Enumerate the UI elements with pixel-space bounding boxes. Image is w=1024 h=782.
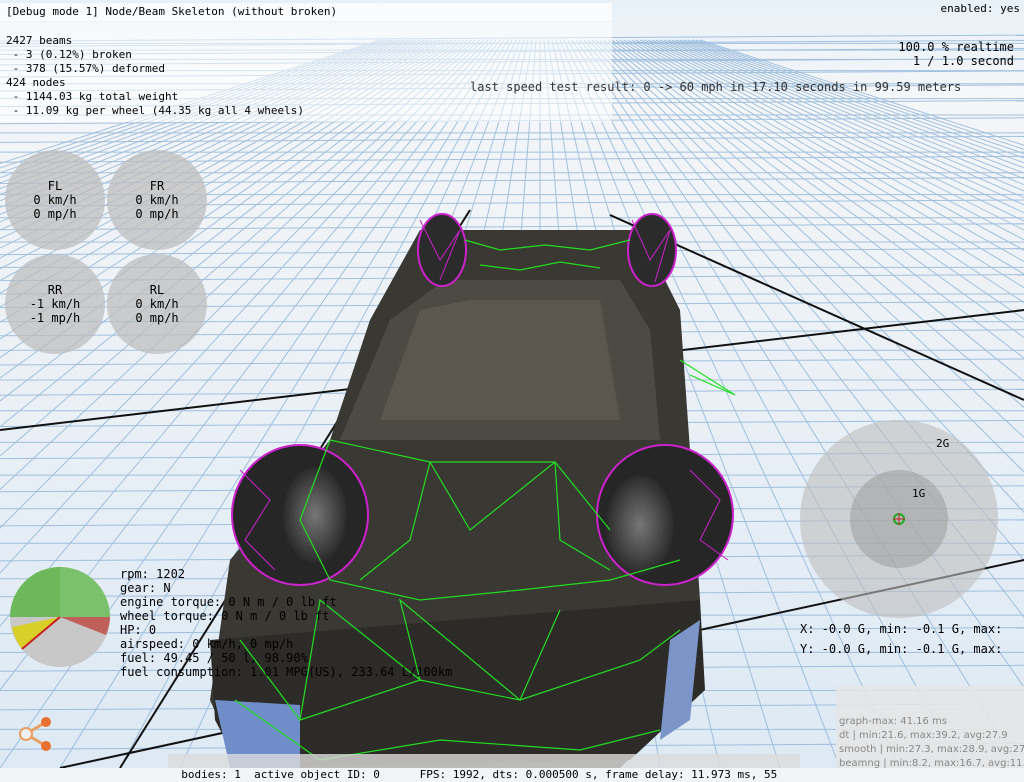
debug-mode-title: [Debug mode 1] Node/Beam Skeleton (witho… bbox=[6, 5, 338, 18]
realtime-percent: 100.0 % realtime bbox=[898, 40, 1014, 54]
status-bar: bodies: 1 active object ID: 0 FPS: 1992,… bbox=[168, 754, 800, 781]
nodes-count: 424 nodes bbox=[6, 76, 66, 89]
hp-readout: HP: 0 bbox=[120, 623, 157, 637]
fuel-readout: fuel: 49.45 / 50 l, 98.90% bbox=[120, 651, 308, 665]
wheel-mph: 0 mp/h bbox=[33, 207, 77, 221]
airspeed-readout: airspeed: 0 km/h, 0 mp/h bbox=[120, 637, 294, 651]
gforce-1g-label: 1G bbox=[912, 487, 926, 500]
total-weight: - 1144.03 kg total weight bbox=[6, 90, 179, 103]
gforce-y-readout: Y: -0.0 G, min: -0.1 G, max: bbox=[800, 642, 1003, 656]
graph-max: graph-max: 41.16 ms bbox=[839, 716, 947, 727]
wheel-mph: 0 mp/h bbox=[135, 207, 179, 221]
node-graph-icon bbox=[19, 717, 51, 751]
wheel-name: FR bbox=[149, 179, 165, 193]
wheel-gauge-rr: RR -1 km/h -1 mp/h bbox=[5, 254, 105, 354]
fuel-consumption-readout: fuel consumption: 1.01 MPG(US), 233.64 L… bbox=[120, 665, 453, 679]
frame-graph-panel: graph-max: 41.16 ms dt | min:21.6, max:3… bbox=[836, 686, 1024, 769]
gear-readout: gear: N bbox=[120, 581, 171, 595]
enabled-status: enabled: yes bbox=[940, 2, 1020, 15]
gforce-meter: 2G 1G bbox=[800, 420, 998, 618]
wheel-mph: 0 mp/h bbox=[135, 311, 179, 325]
wheel-name: RR bbox=[47, 283, 63, 297]
gforce-marker-icon bbox=[893, 513, 905, 525]
rpm-readout: rpm: 1202 bbox=[120, 567, 186, 581]
wheel-name: FL bbox=[47, 179, 63, 193]
realtime-ratio: 1 / 1.0 second bbox=[912, 54, 1014, 68]
graph-dt: dt | min:21.6, max:39.2, avg:27.9 bbox=[839, 730, 1008, 741]
deformed-count: - 378 (15.57%) deformed bbox=[6, 62, 165, 75]
speed-test-result: last speed test result: 0 -> 60 mph in 1… bbox=[470, 80, 962, 94]
wheel-torque-readout: wheel torque: 0 N m / 0 lb ft bbox=[120, 609, 330, 623]
graph-smooth: smooth | min:27.3, max:28.9, avg:27.9 bbox=[839, 744, 1024, 755]
gforce-x-readout: X: -0.0 G, min: -0.1 G, max: bbox=[800, 622, 1003, 636]
wheel-mph: -1 mp/h bbox=[29, 311, 81, 325]
beams-count: 2427 beams bbox=[6, 34, 73, 47]
wheel-name: RL bbox=[149, 283, 165, 297]
debug-mode-title-bar: [Debug mode 1] Node/Beam Skeleton (witho… bbox=[0, 3, 612, 21]
engine-torque-readout: engine torque: 0 N m / 0 lb ft bbox=[120, 595, 337, 609]
broken-count: - 3 (0.12%) broken bbox=[6, 48, 132, 61]
status-bar-text: bodies: 1 active object ID: 0 FPS: 1992,… bbox=[181, 768, 778, 781]
graph-beamng: beamng | min:8.2, max:16.7, avg:11.6 bbox=[839, 758, 1024, 769]
wheel-kmh: 0 km/h bbox=[33, 193, 77, 207]
engine-pie-gauge bbox=[10, 567, 110, 667]
wheel-gauge-fl: FL 0 km/h 0 mp/h bbox=[5, 150, 105, 250]
wheel-gauge-rl: RL 0 km/h 0 mp/h bbox=[107, 254, 207, 354]
wheel-gauge-fr: FR 0 km/h 0 mp/h bbox=[107, 150, 207, 250]
per-wheel-weight: - 11.09 kg per wheel (44.35 kg all 4 whe… bbox=[6, 104, 305, 117]
gforce-2g-label: 2G bbox=[936, 437, 950, 450]
wheel-kmh: -1 km/h bbox=[29, 297, 81, 311]
wheel-kmh: 0 km/h bbox=[135, 297, 179, 311]
wheel-kmh: 0 km/h bbox=[135, 193, 179, 207]
